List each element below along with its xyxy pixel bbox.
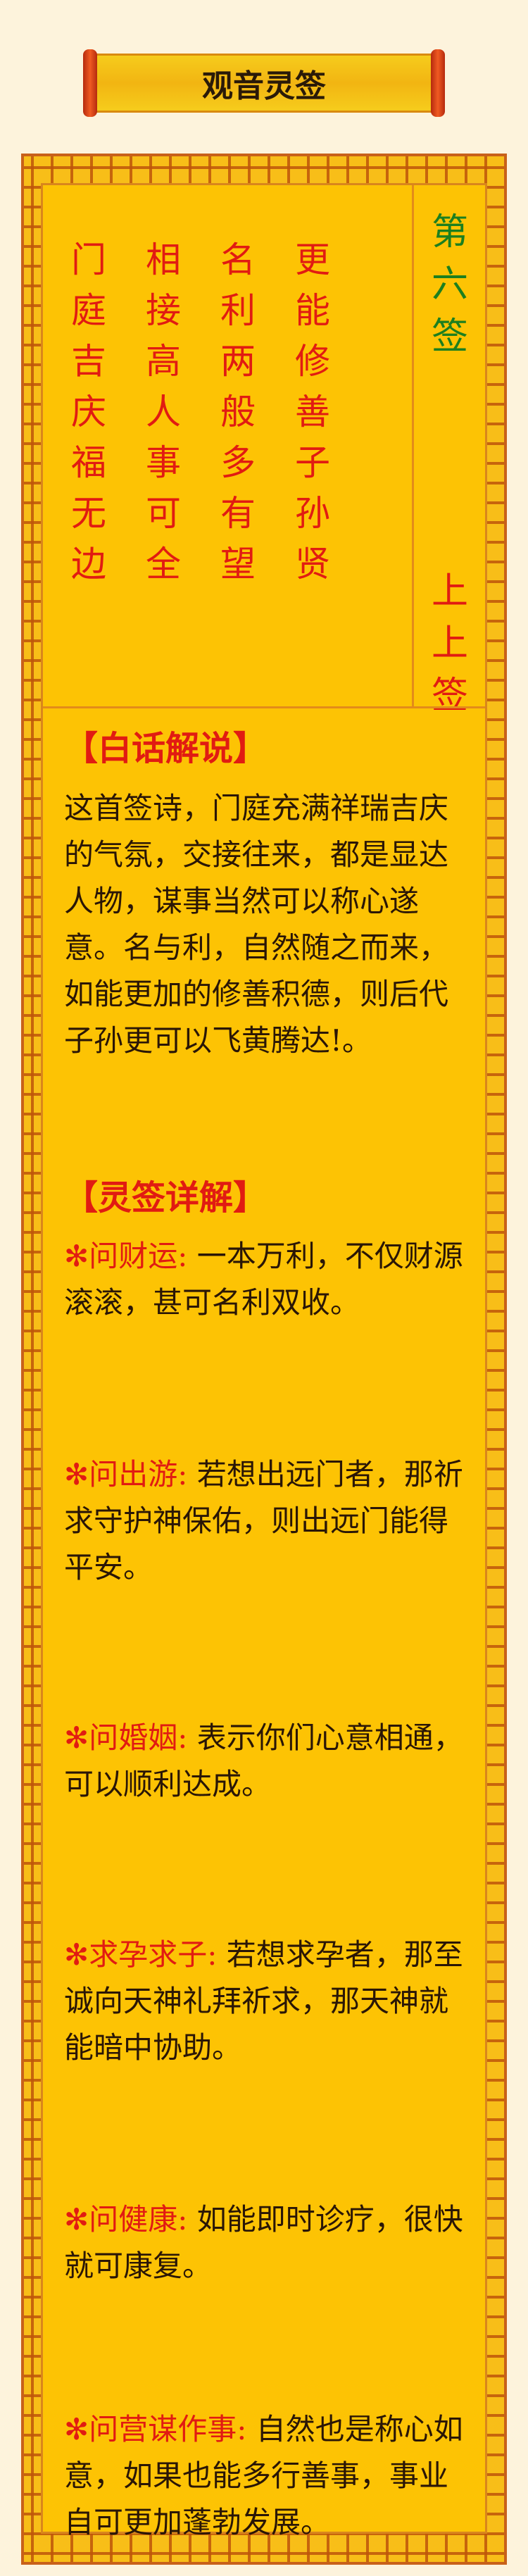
poem-char: 子 xyxy=(295,442,330,483)
detail-item: ✻问财运: 一本万利，不仅财源滚滚，甚可名利双收。 xyxy=(64,1233,472,1326)
poem-char: 庆 xyxy=(71,392,106,432)
star-icon: ✻ xyxy=(64,1937,89,1972)
title-scroll: 观音灵签 xyxy=(83,49,445,117)
poem-char: 名 xyxy=(220,239,256,280)
star-icon: ✻ xyxy=(64,2202,89,2237)
detail-item: ✻问健康: 如能即时诊疗，很快就可康复。 xyxy=(64,2196,472,2289)
poem-char: 福 xyxy=(71,442,106,483)
detail-heading: 【灵签详解】 xyxy=(64,1178,268,1218)
poem-char: 吉 xyxy=(71,341,106,382)
poem-column-2: 相 接 高 人 事 可 全 xyxy=(139,235,188,589)
sign-level: 上 上 签 xyxy=(415,565,485,722)
star-icon: ✻ xyxy=(64,1720,89,1755)
sign-number-char: 签 xyxy=(431,315,468,358)
content-panel: 门 庭 吉 庆 福 无 边 相 接 高 人 事 可 全 名 利 两 般 多 有 … xyxy=(41,183,487,2539)
detail-item-label: 求孕求子: xyxy=(89,1937,218,1972)
poem-char: 多 xyxy=(220,442,256,483)
poem-char: 孙 xyxy=(295,493,330,534)
poem-char: 无 xyxy=(71,493,106,534)
detail-item-label: 问婚姻: xyxy=(89,1720,188,1755)
poem-char: 般 xyxy=(220,392,256,432)
poem-char: 人 xyxy=(146,392,181,432)
sign-level-char: 上 xyxy=(431,623,468,665)
star-icon: ✻ xyxy=(64,2412,89,2446)
divider-horizontal xyxy=(43,706,485,708)
detail-item: ✻问出游: 若想出远门者，那祈求守护神保佑，则出远门能得平安。 xyxy=(64,1451,472,1591)
divider-vertical xyxy=(412,185,414,706)
poem-char: 有 xyxy=(220,493,256,534)
page-title: 观音灵签 xyxy=(202,68,326,104)
poem-area: 门 庭 吉 庆 福 无 边 相 接 高 人 事 可 全 名 利 两 般 多 有 … xyxy=(43,185,412,706)
detail-item-label: 问出游: xyxy=(89,1457,188,1492)
poem-column-4: 更 能 修 善 子 孙 贤 xyxy=(288,235,337,589)
sign-number-char: 六 xyxy=(431,263,468,306)
detail-item-label: 问健康: xyxy=(89,2202,188,2237)
poem-char: 利 xyxy=(220,290,256,331)
detail-item: ✻求孕求子: 若想求孕者，那至诚向天神礼拜祈求，那天神就能暗中协助。 xyxy=(64,1932,472,2071)
poem-char: 贤 xyxy=(295,544,330,584)
sign-number: 第 六 签 xyxy=(415,206,485,363)
poem-char: 庭 xyxy=(71,290,106,331)
poem-column-3: 名 利 两 般 多 有 望 xyxy=(213,235,263,589)
poem-char: 善 xyxy=(295,392,330,432)
poem-char: 全 xyxy=(146,544,181,584)
detail-item-label: 问营谋作事: xyxy=(89,2412,247,2446)
poem-column-1: 门 庭 吉 庆 福 无 边 xyxy=(64,235,113,589)
poem-char: 门 xyxy=(71,239,106,280)
poem-char: 高 xyxy=(146,341,181,382)
poem-char: 能 xyxy=(295,290,330,331)
plain-text: 这首签诗，门庭充满祥瑞吉庆的气氛，交接往来，都是显达人物，谋事当然可以称心遂意。… xyxy=(64,791,449,1058)
poem-char: 事 xyxy=(146,442,181,483)
plain-heading: 【白话解说】 xyxy=(64,729,268,768)
sign-number-char: 第 xyxy=(431,211,468,254)
poem-char: 两 xyxy=(220,341,256,382)
sign-level-char: 上 xyxy=(431,570,468,613)
detail-item: ✻问营谋作事: 自然也是称心如意，如果也能多行善事，事业自可更加蓬勃发展。 xyxy=(64,2406,472,2546)
poem-char: 相 xyxy=(146,239,181,280)
star-icon: ✻ xyxy=(64,1239,89,1273)
detail-item-label: 问财运: xyxy=(89,1239,188,1273)
detail-item: ✻问婚姻: 表示你们心意相通，可以顺利达成。 xyxy=(64,1715,472,1808)
poem-char: 修 xyxy=(295,341,330,382)
poem-char: 接 xyxy=(146,290,181,331)
poem-char: 可 xyxy=(146,493,181,534)
poem-char: 更 xyxy=(295,239,330,280)
poem-char: 望 xyxy=(220,544,256,584)
poem-char: 边 xyxy=(71,544,106,584)
star-icon: ✻ xyxy=(64,1457,89,1492)
sign-level-char: 签 xyxy=(431,675,468,717)
